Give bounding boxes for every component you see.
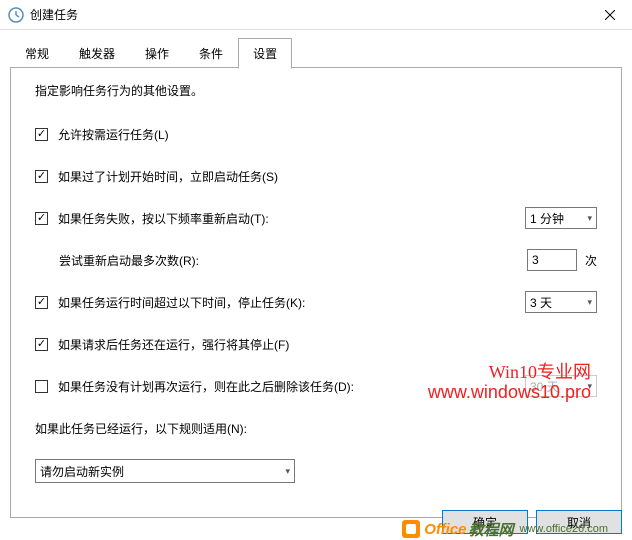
delete-if-no-schedule-checkbox[interactable] — [35, 380, 48, 393]
titlebar: 创建任务 — [0, 0, 632, 30]
stop-if-long-checkbox[interactable] — [35, 296, 48, 309]
stop-duration-value: 3 天 — [530, 294, 587, 311]
retry-count-unit: 次 — [585, 252, 597, 269]
chevron-down-icon: ▾ — [587, 213, 592, 224]
force-stop-checkbox[interactable] — [35, 338, 48, 351]
force-stop-label: 如果请求后任务还在运行，强行将其停止(F) — [58, 336, 289, 353]
tabbar: 常规 触发器 操作 条件 设置 — [0, 30, 632, 68]
tab-general[interactable]: 常规 — [10, 38, 64, 68]
restart-if-fail-checkbox[interactable] — [35, 212, 48, 225]
run-after-missed-label: 如果过了计划开始时间，立即启动任务(S) — [58, 168, 278, 185]
rule-label: 如果此任务已经运行，以下规则适用(N): — [35, 420, 247, 437]
retry-count-label: 尝试重新启动最多次数(R): — [59, 252, 199, 269]
office-icon — [400, 518, 422, 540]
tab-conditions[interactable]: 条件 — [184, 38, 238, 68]
tab-actions[interactable]: 操作 — [130, 38, 184, 68]
delete-if-no-schedule-label: 如果任务没有计划再次运行，则在此之后删除该任务(D): — [58, 378, 354, 395]
chevron-down-icon: ▾ — [587, 297, 592, 308]
panel-description: 指定影响任务行为的其他设置。 — [35, 82, 597, 99]
stop-if-long-label: 如果任务运行时间超过以下时间，停止任务(K): — [58, 294, 305, 311]
ok-button[interactable]: 确定 — [442, 510, 528, 534]
allow-ondemand-checkbox[interactable] — [35, 128, 48, 141]
retry-count-input[interactable] — [527, 249, 577, 271]
restart-interval-dropdown[interactable]: 1 分钟 ▾ — [525, 207, 597, 229]
rule-value: 请勿启动新实例 — [40, 463, 285, 480]
run-after-missed-checkbox[interactable] — [35, 170, 48, 183]
chevron-down-icon: ▾ — [587, 381, 592, 392]
delete-duration-dropdown: 30 天 ▾ — [525, 375, 597, 397]
tab-settings[interactable]: 设置 — [238, 38, 292, 69]
window-title: 创建任务 — [30, 6, 587, 23]
restart-interval-value: 1 分钟 — [530, 210, 587, 227]
clock-icon — [8, 7, 24, 23]
delete-duration-value: 30 天 — [530, 378, 587, 395]
dialog-footer: 确定 取消 — [442, 510, 622, 534]
close-icon — [605, 10, 615, 20]
settings-panel: 指定影响任务行为的其他设置。 允许按需运行任务(L) 如果过了计划开始时间，立即… — [10, 68, 622, 518]
restart-if-fail-label: 如果任务失败，按以下频率重新启动(T): — [58, 210, 269, 227]
allow-ondemand-label: 允许按需运行任务(L) — [58, 126, 169, 143]
chevron-down-icon: ▾ — [285, 466, 290, 477]
rule-dropdown[interactable]: 请勿启动新实例 ▾ — [35, 459, 295, 483]
cancel-button[interactable]: 取消 — [536, 510, 622, 534]
tab-triggers[interactable]: 触发器 — [64, 38, 130, 68]
stop-duration-dropdown[interactable]: 3 天 ▾ — [525, 291, 597, 313]
close-button[interactable] — [587, 0, 632, 30]
